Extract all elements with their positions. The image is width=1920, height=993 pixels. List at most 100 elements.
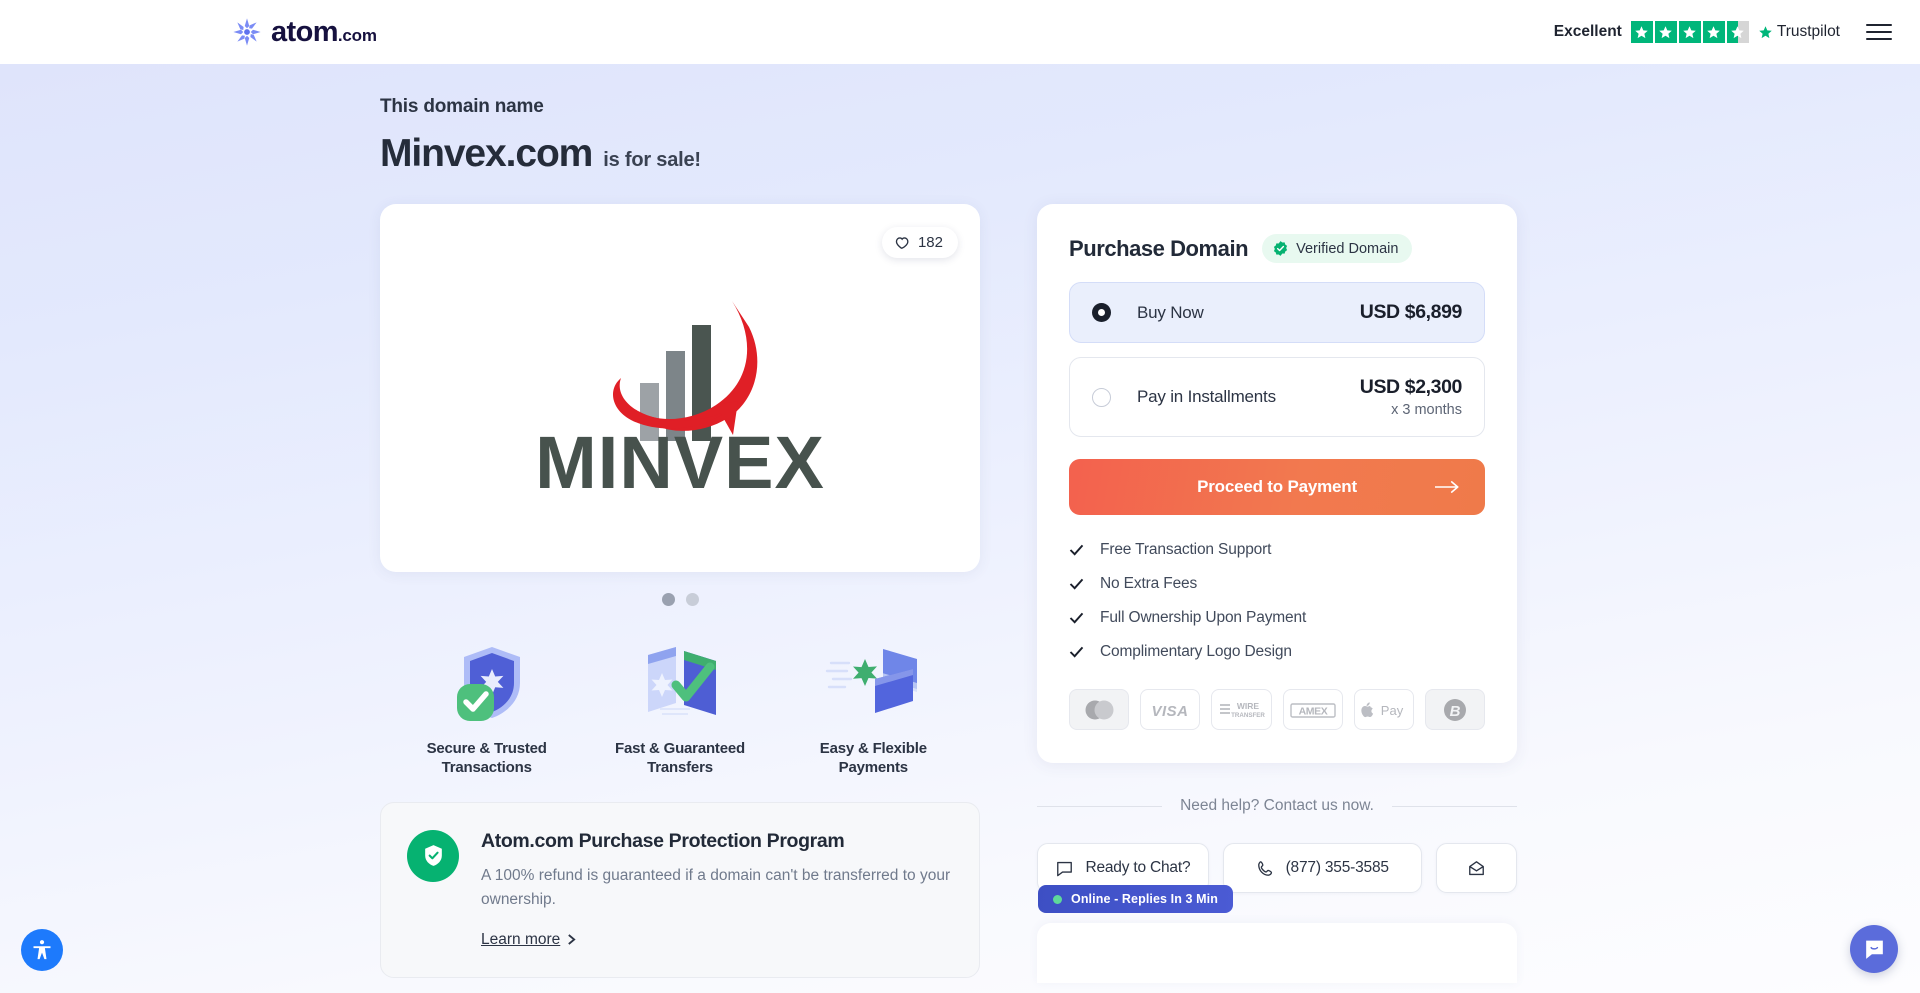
verified-domain-badge: Verified Domain: [1262, 234, 1413, 263]
accessibility-button[interactable]: [21, 929, 63, 971]
learn-more-label: Learn more: [481, 930, 561, 948]
verified-domain-label: Verified Domain: [1296, 240, 1399, 257]
carousel-dots: [380, 593, 980, 606]
phone-button[interactable]: (877) 355-3585: [1222, 843, 1422, 893]
purchase-domain-card: Purchase Domain Verified Domain Buy Now: [1037, 204, 1517, 763]
purchase-protection-card: Atom.com Purchase Protection Program A 1…: [380, 801, 980, 978]
option-price: USD $2,300 x 3 months: [1359, 376, 1463, 418]
option-price-amount: USD $2,300: [1359, 376, 1463, 398]
protection-title: Atom.com Purchase Protection Program: [481, 829, 845, 852]
radio-buy-now[interactable]: [1092, 303, 1111, 322]
amex-icon: AMEX: [1282, 689, 1343, 730]
purchase-card-header: Purchase Domain Verified Domain: [1069, 234, 1485, 263]
trustpilot-star-icon: [1759, 25, 1772, 38]
svg-text:B: B: [1450, 703, 1461, 720]
atom-star-icon: [232, 17, 262, 47]
purchase-card-title: Purchase Domain: [1069, 235, 1249, 261]
svg-text:AMEX: AMEX: [1298, 705, 1327, 717]
check-icon: [1069, 612, 1084, 624]
divider-left: [1037, 805, 1163, 807]
domain-headline: Minvex.com is for sale!: [380, 132, 1540, 176]
atom-logo[interactable]: atom.com: [232, 17, 377, 47]
feature-item: Easy & Flexible Payments: [777, 634, 970, 778]
heart-icon: [895, 237, 909, 249]
feature-label: Easy & Flexible Payments: [819, 740, 927, 776]
contact-heading-text: Need help? Contact us now.: [1180, 797, 1374, 814]
benefit-item: No Extra Fees: [1069, 575, 1485, 593]
feature-label: Fast & Guaranteed Transfers: [615, 740, 745, 776]
phone-number-label: (877) 355-3585: [1285, 859, 1389, 876]
star-icon: [1678, 21, 1701, 43]
benefit-item: Free Transaction Support: [1069, 541, 1485, 559]
chat-online-badge: Online - Replies In 3 Min: [1038, 885, 1233, 913]
email-button[interactable]: [1435, 843, 1517, 893]
like-count: 182: [917, 234, 943, 251]
credit-cards-icon: [823, 634, 923, 730]
domain-name: Minvex.com: [380, 132, 593, 175]
atom-logo-text: atom.com: [271, 15, 377, 48]
page-container: This domain name Minvex.com is for sale!…: [380, 64, 1540, 983]
feature-list: Secure & Trusted Transactions Fast & Gua…: [380, 634, 980, 778]
svg-text:TRANSFER: TRANSFER: [1232, 712, 1266, 719]
radio-installments[interactable]: [1092, 387, 1111, 407]
feature-item: Fast & Guaranteed Transfers: [583, 634, 776, 778]
chat-floating-button[interactable]: [1850, 925, 1898, 973]
header-right: Excellent Trustpilot: [1554, 21, 1892, 43]
trustpilot-brand-text: Trustpilot: [1776, 23, 1840, 40]
check-icon: [1069, 578, 1084, 590]
left-column: 182 MINVEX Secure & Trusted Transactions…: [380, 204, 980, 983]
minvex-domain-logo: MINVEX: [535, 301, 825, 493]
payment-methods: VISA WIRE TRANSFER AMEX Pay B: [1069, 689, 1486, 730]
benefit-label: Free Transaction Support: [1100, 541, 1272, 558]
visa-icon: VISA: [1140, 689, 1201, 730]
benefit-label: Full Ownership Upon Payment: [1100, 609, 1307, 626]
cta-label: Proceed to Payment: [1197, 477, 1357, 496]
feature-item: Secure & Trusted Transactions: [390, 634, 583, 778]
accessibility-icon: [33, 940, 51, 960]
option-price-sub: x 3 months: [1391, 402, 1462, 418]
bottom-partial-card: [1037, 923, 1517, 983]
chat-bubble-icon: [1057, 861, 1073, 876]
right-column: Purchase Domain Verified Domain Buy Now: [1037, 204, 1518, 983]
bitcoin-icon: B: [1424, 689, 1486, 730]
svg-text:WIRE: WIRE: [1237, 701, 1260, 711]
carousel-dot-2[interactable]: [685, 593, 699, 606]
star-icon: [1630, 21, 1653, 43]
purchase-benefits-list: Free Transaction Support No Extra Fees F…: [1069, 541, 1485, 661]
feature-label: Secure & Trusted Transactions: [426, 740, 547, 776]
chevron-right-icon: [568, 934, 576, 945]
star-half-icon: [1726, 21, 1749, 43]
online-status-label: Online - Replies In 3 Min: [1071, 892, 1218, 906]
protection-body: Atom.com Purchase Protection Program A 1…: [481, 830, 953, 949]
svg-text:Pay: Pay: [1381, 703, 1404, 718]
trustpilot-rating[interactable]: Excellent Trustpilot: [1554, 21, 1840, 43]
verified-check-icon: [1274, 241, 1288, 256]
two-column-layout: 182 MINVEX Secure & Trusted Transactions…: [380, 204, 1540, 983]
option-buy-now[interactable]: Buy Now USD $6,899: [1069, 282, 1485, 343]
benefit-item: Complimentary Logo Design: [1069, 643, 1485, 661]
hero-section: This domain name Minvex.com is for sale!…: [0, 64, 1920, 993]
option-label: Buy Now: [1137, 302, 1204, 322]
arrow-right-icon: [1435, 481, 1459, 493]
benefit-label: Complimentary Logo Design: [1100, 643, 1292, 660]
apple-pay-icon: Pay: [1353, 689, 1414, 730]
logo-preview-card[interactable]: 182 MINVEX: [380, 204, 980, 572]
option-installments[interactable]: Pay in Installments USD $2,300 x 3 month…: [1069, 357, 1485, 437]
wire-transfer-icon: WIRE TRANSFER: [1211, 689, 1272, 730]
site-header: atom.com Excellent Trustpilot: [0, 0, 1920, 64]
option-price-amount: USD $6,899: [1359, 301, 1463, 323]
hamburger-menu-icon[interactable]: [1866, 24, 1892, 40]
check-icon: [1069, 646, 1084, 658]
carousel-dot-1[interactable]: [661, 593, 675, 606]
envelope-icon: [1468, 860, 1484, 875]
learn-more-link[interactable]: Learn more: [481, 931, 576, 949]
proceed-to-payment-button[interactable]: Proceed to Payment: [1069, 459, 1485, 515]
like-counter[interactable]: 182: [881, 227, 958, 258]
shield-check-icon: [444, 634, 530, 730]
benefit-item: Full Ownership Upon Payment: [1069, 609, 1485, 627]
svg-text:MINVEX: MINVEX: [535, 421, 825, 493]
svg-text:VISA: VISA: [1152, 703, 1189, 720]
contact-buttons: Ready to Chat? (877) 355-3585 Online - R…: [1037, 843, 1517, 913]
trustpilot-rating-word: Excellent: [1553, 23, 1622, 40]
protection-description: A 100% refund is guaranteed if a domain …: [481, 866, 951, 908]
